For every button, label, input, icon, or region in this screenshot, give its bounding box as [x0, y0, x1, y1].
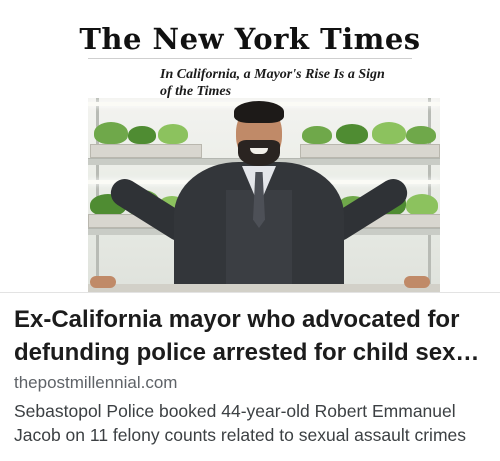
link-domain: thepostmillennial.com	[14, 373, 178, 392]
person-hand	[404, 276, 430, 288]
link-preview-card[interactable]: The New York Times In California, a Mayo…	[0, 0, 500, 461]
plant	[128, 126, 156, 144]
nyt-article-headline: In California, a Mayor's Rise Is a Sign …	[160, 67, 385, 99]
person-hair	[234, 101, 284, 123]
plant-tray	[90, 144, 202, 158]
plant	[302, 126, 332, 144]
masthead-rule	[88, 58, 412, 59]
plant	[406, 126, 436, 144]
link-description: Sebastopol Police booked 44-year-old Rob…	[14, 401, 467, 445]
preview-divider	[0, 292, 500, 293]
link-title[interactable]: Ex-California mayor who advocated for de…	[14, 303, 492, 369]
preview-image[interactable]: The New York Times In California, a Mayo…	[0, 0, 500, 292]
plant	[158, 124, 188, 144]
plant	[336, 124, 368, 144]
plant	[372, 122, 406, 144]
nyt-masthead-logo: The New York Times	[79, 22, 421, 56]
plant	[94, 122, 128, 144]
plant-tray	[300, 144, 440, 158]
plant	[406, 194, 438, 216]
mayor-photo	[88, 98, 440, 292]
table-edge	[88, 284, 440, 292]
person-hand	[90, 276, 116, 288]
